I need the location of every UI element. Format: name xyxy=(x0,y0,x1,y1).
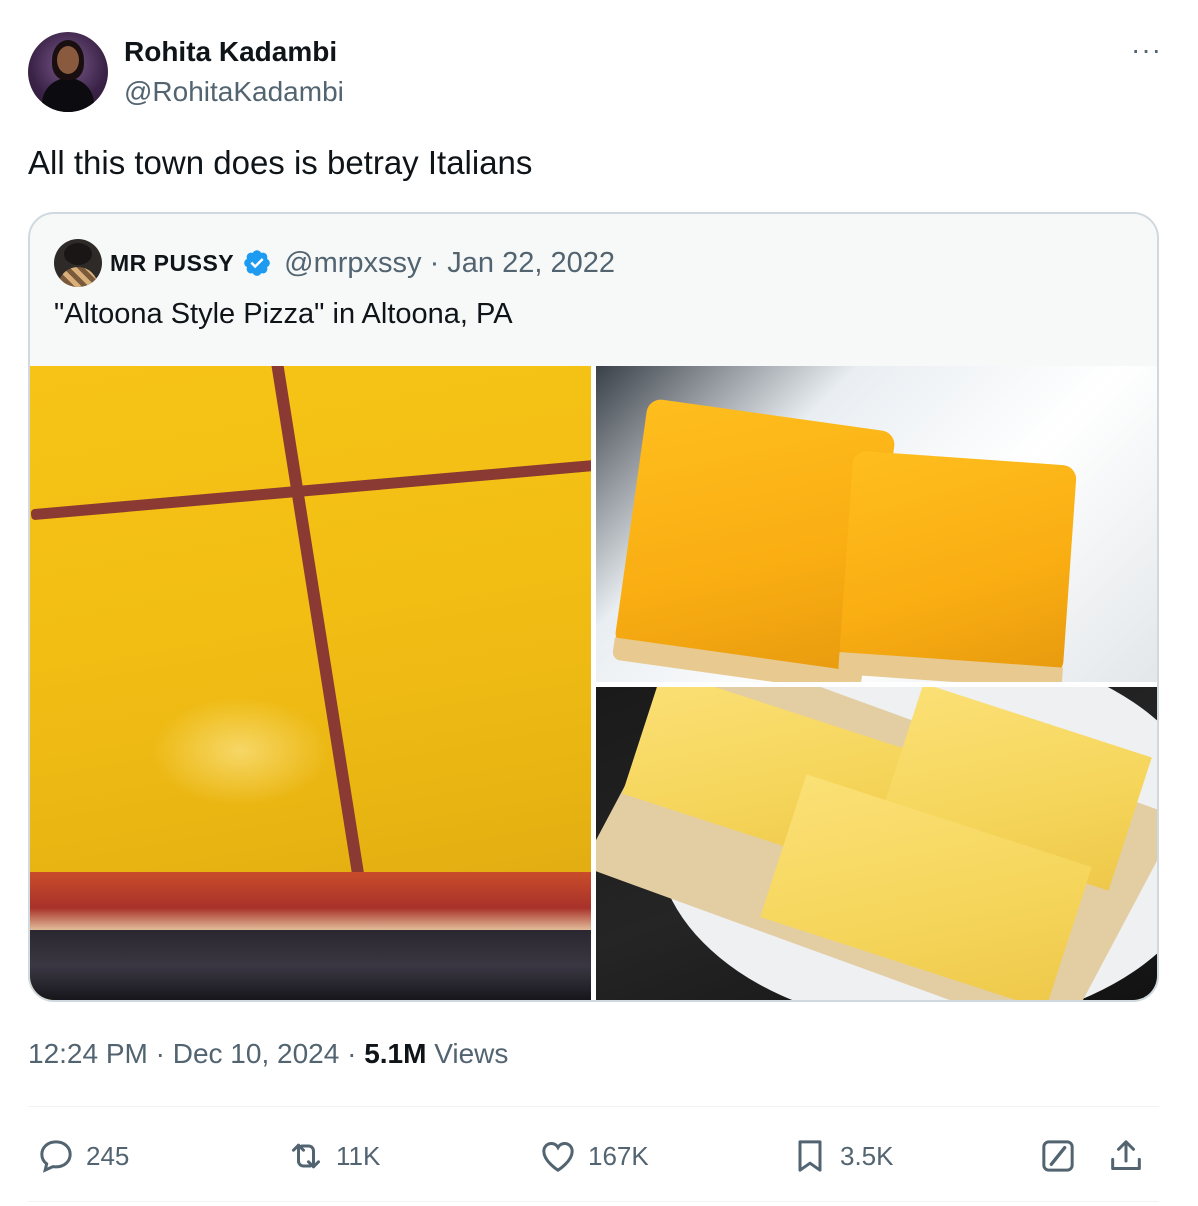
quoted-tweet-header: MR PUSSY @mrpxssy · Jan 22, 2022 xyxy=(54,238,615,288)
quoted-tweet-text: "Altoona Style Pizza" in Altoona, PA xyxy=(54,298,513,330)
repost-count: 11K xyxy=(336,1140,381,1171)
like-count: 167K xyxy=(588,1140,649,1171)
pizza-photo-closeup[interactable] xyxy=(30,366,591,1000)
repost-icon xyxy=(292,1143,320,1169)
bookmark-count: 3.5K xyxy=(840,1140,894,1171)
reply-icon xyxy=(40,1140,72,1173)
action-bar: 245 11K 167K 3.5K xyxy=(28,1130,1159,1182)
reply-button[interactable]: 245 xyxy=(36,1130,129,1182)
tweet-timestamp[interactable]: 12:24 PM · Dec 10, 2024 · xyxy=(28,1038,364,1069)
grok-button[interactable] xyxy=(1038,1130,1078,1182)
reply-count: 245 xyxy=(86,1140,130,1171)
views-count: 5.1M xyxy=(364,1038,427,1069)
tweet-meta: 12:24 PM · Dec 10, 2024 · 5.1M Views xyxy=(28,1038,508,1070)
like-button[interactable]: 167K xyxy=(538,1130,649,1182)
bookmark-button[interactable]: 3.5K xyxy=(790,1130,894,1182)
quoted-media-grid xyxy=(30,366,1157,1000)
pizza-photo-box[interactable] xyxy=(596,366,1157,682)
share-button[interactable] xyxy=(1106,1130,1146,1182)
pizza-photo-plate[interactable] xyxy=(596,687,1157,1000)
tweet-header: Rohita Kadambi @RohitaKadambi ··· xyxy=(28,32,1168,112)
heart-icon xyxy=(542,1141,574,1172)
quoted-tweet[interactable]: MR PUSSY @mrpxssy · Jan 22, 2022 "Altoon… xyxy=(28,212,1159,1002)
quoted-author-avatar[interactable] xyxy=(54,239,102,287)
author-handle[interactable]: @RohitaKadambi xyxy=(124,76,344,108)
divider xyxy=(28,1106,1159,1107)
quoted-author-name[interactable]: MR PUSSY xyxy=(110,250,234,277)
tweet-text: All this town does is betray Italians xyxy=(28,144,533,181)
more-options-icon[interactable]: ··· xyxy=(1131,36,1162,64)
author-name[interactable]: Rohita Kadambi xyxy=(124,36,337,68)
bookmark-icon xyxy=(798,1140,822,1172)
grok-icon xyxy=(1042,1140,1074,1172)
share-icon xyxy=(1111,1140,1141,1170)
repost-button[interactable]: 11K xyxy=(286,1130,380,1182)
views-label: Views xyxy=(426,1038,509,1069)
verified-badge-icon xyxy=(244,250,270,276)
quoted-handle-date[interactable]: @mrpxssy · Jan 22, 2022 xyxy=(284,247,615,280)
divider xyxy=(28,1201,1159,1202)
author-avatar[interactable] xyxy=(28,32,108,112)
